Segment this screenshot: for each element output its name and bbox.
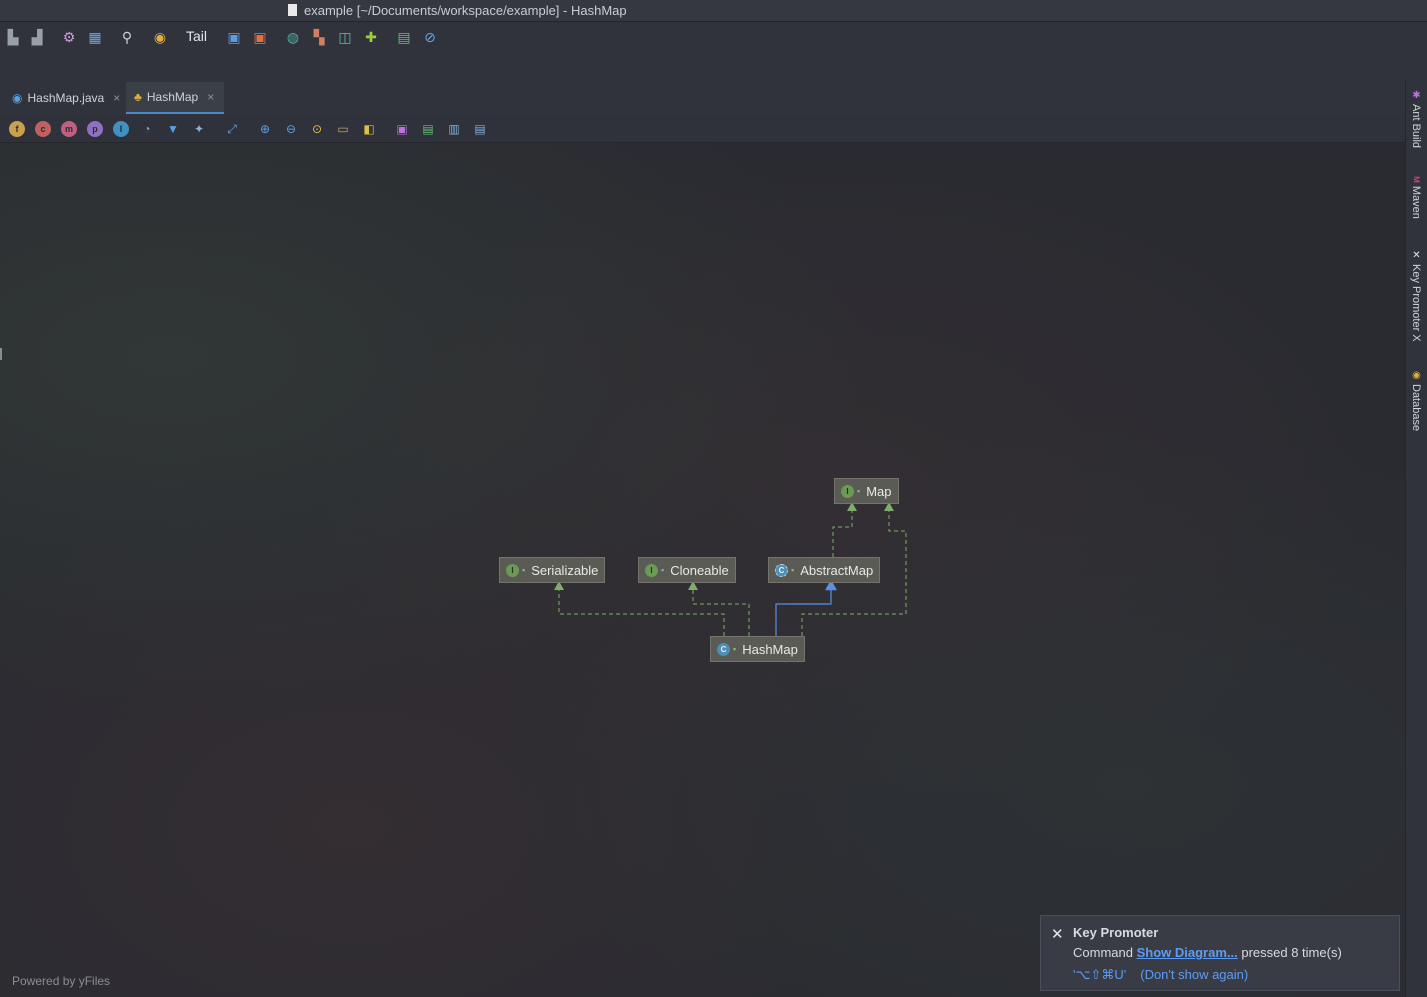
notification-title: Key Promoter [1073,925,1159,940]
notification-footer: '⌥⇧⌘U' (Don't show again) [1073,967,1248,983]
show-diagram-link[interactable]: Show Diagram... [1137,945,1238,960]
public-icon: ▪ [522,565,526,575]
shortcut-text: '⌥⇧⌘U' [1073,967,1127,982]
public-icon: ▪ [733,644,737,654]
sidebar-tab-ant-build[interactable]: ✱ Ant Build [1410,90,1422,148]
right-sidebar: ✱ Ant Build ᴍ Maven ✕ Key Promoter X ◉ Datab… [1405,80,1427,997]
sidebar-tab-database[interactable]: ◉ Database [1410,370,1422,431]
node-hashmap[interactable]: C ▪ HashMap [710,636,805,662]
interface-icon: I [506,563,519,577]
node-label: Serializable [531,562,599,578]
public-icon: ▪ [661,565,665,575]
notification-message: Command Show Diagram... pressed 8 time(s… [1073,945,1342,960]
sidebar-tab-label: Maven [1410,185,1422,219]
node-label: HashMap [742,641,798,657]
sidebar-tab-maven[interactable]: ᴍ Maven [1410,176,1422,219]
abstract-class-icon: C [775,563,788,577]
edge-hashmap-abstractmap [775,579,837,636]
dont-show-again-link[interactable]: (Don't show again) [1140,967,1248,982]
key-promoter-icon: ✕ [1411,250,1422,261]
ant-icon: ✱ [1411,90,1422,101]
node-label: Map [866,483,892,499]
edge-hashmap-cloneable [688,581,750,636]
node-label: Cloneable [670,562,729,578]
notification-prefix: Command [1073,945,1133,960]
class-icon: C [717,642,730,656]
key-promoter-notification: ✕ Key Promoter Command Show Diagram... p… [1040,915,1400,991]
sidebar-tab-key-promoter-x[interactable]: ✕ Key Promoter X [1410,250,1422,342]
node-label: AbstractMap [800,562,874,578]
edge-hashmap-serializable [554,581,725,636]
node-map[interactable]: I ▪ Map [834,478,899,504]
public-icon: ▪ [791,565,795,575]
database-icon: ◉ [1411,370,1422,381]
diagram-edges [554,502,907,636]
node-cloneable[interactable]: I ▪ Cloneable [638,557,736,583]
interface-icon: I [645,563,658,577]
interface-icon: I [841,484,854,498]
maven-icon: ᴍ [1411,176,1422,183]
key-promoter-icon: ✕ [1051,926,1064,943]
node-abstractmap[interactable]: C ▪ AbstractMap [768,557,881,583]
sidebar-tab-label: Key Promoter X [1410,264,1422,342]
public-icon: ▪ [857,486,861,496]
node-serializable[interactable]: I ▪ Serializable [499,557,606,583]
sidebar-tab-label: Database [1410,384,1422,432]
edge-abstractmap-map [832,502,857,557]
powered-by-label: Powered by yFiles [12,974,111,988]
notification-suffix: pressed 8 time(s) [1241,945,1342,960]
sidebar-tab-label: Ant Build [1410,104,1422,149]
